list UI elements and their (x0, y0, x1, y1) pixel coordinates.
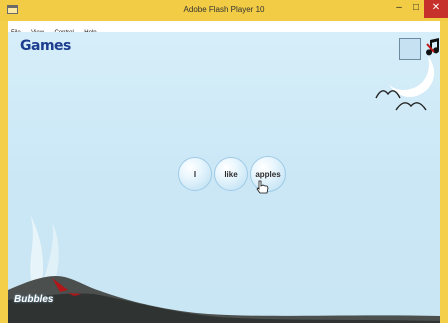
birds-icon (375, 90, 427, 111)
bubbles-logo: Bubbles (14, 294, 54, 305)
maximize-button[interactable]: □ (407, 0, 425, 18)
volcano-landscape (8, 214, 440, 323)
games-logo: Games (20, 38, 71, 54)
flash-player-window: Adobe Flash Player 10 – □ ✕ File View Co… (0, 0, 448, 323)
close-button[interactable]: ✕ (424, 0, 448, 18)
menu-bar: File View Control Help (8, 21, 440, 36)
games-logo-text: Games (20, 38, 71, 54)
minimize-button[interactable]: – (390, 0, 408, 18)
game-stage[interactable]: Games I like apples Bubbles (8, 32, 440, 323)
title-bar[interactable]: Adobe Flash Player 10 – □ ✕ (0, 0, 448, 21)
window-title: Adobe Flash Player 10 (183, 5, 265, 14)
